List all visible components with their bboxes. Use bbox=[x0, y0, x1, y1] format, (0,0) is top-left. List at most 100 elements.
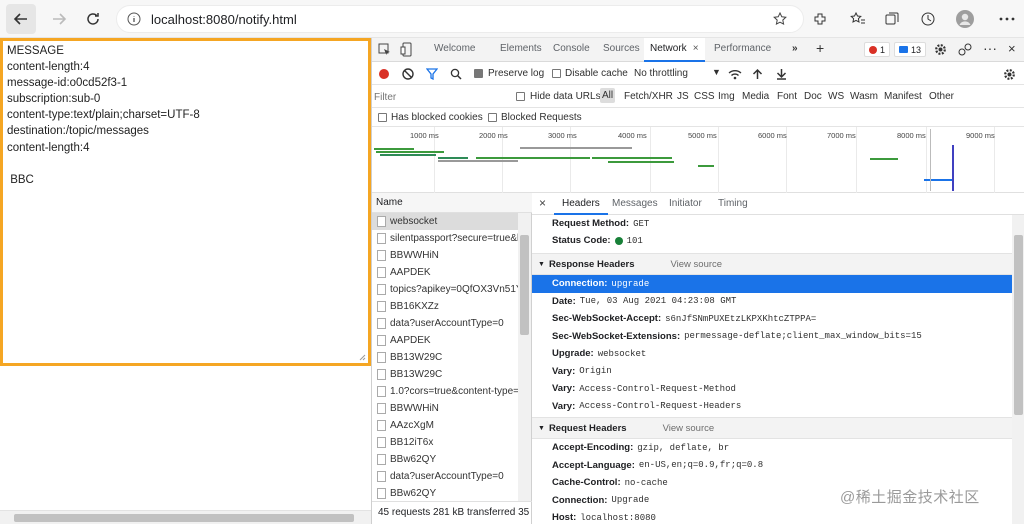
messages-badge[interactable]: 13 bbox=[894, 42, 927, 57]
header-row[interactable]: Accept-Encoding: gzip, deflate, br bbox=[532, 439, 1012, 457]
request-row[interactable]: BB13W29C bbox=[372, 366, 518, 383]
devtools-more-icon[interactable]: ··· bbox=[983, 40, 997, 56]
close-devtools-icon[interactable]: × bbox=[1008, 41, 1016, 56]
filter-type-doc[interactable]: Doc bbox=[804, 91, 822, 102]
tab-elements[interactable]: Elements bbox=[500, 43, 542, 54]
collections-icon[interactable] bbox=[882, 9, 902, 29]
notify-message-box[interactable]: MESSAGE content-length:4 message-id:o0cd… bbox=[0, 38, 371, 366]
disable-cache-checkbox[interactable] bbox=[552, 69, 561, 78]
filter-type-ws[interactable]: WS bbox=[828, 91, 844, 102]
profile-avatar-icon[interactable] bbox=[955, 9, 975, 29]
header-row[interactable]: Sec-WebSocket-Accept: s6nJfSNmPUXEtzLKPXK… bbox=[532, 310, 1012, 328]
filter-icon[interactable] bbox=[426, 68, 438, 80]
tab-network[interactable]: Network × bbox=[644, 38, 705, 62]
network-settings-icon[interactable] bbox=[1003, 68, 1016, 81]
header-row[interactable]: Host: localhost:8080 bbox=[532, 509, 1012, 524]
filter-type-other[interactable]: Other bbox=[929, 91, 954, 102]
scrollbar-thumb[interactable] bbox=[1014, 235, 1023, 415]
history-icon[interactable] bbox=[918, 9, 938, 29]
request-row[interactable]: AAPDEK bbox=[372, 332, 518, 349]
tab-sources[interactable]: Sources bbox=[603, 43, 640, 54]
tab-console[interactable]: Console bbox=[553, 43, 590, 54]
reload-button[interactable] bbox=[78, 4, 108, 34]
filter-type-js[interactable]: JS bbox=[677, 91, 689, 102]
info-icon[interactable] bbox=[127, 12, 141, 26]
network-conditions-icon[interactable] bbox=[728, 68, 742, 80]
import-har-icon[interactable] bbox=[752, 68, 763, 80]
settings-gear-icon[interactable] bbox=[934, 43, 947, 56]
inspect-element-icon[interactable] bbox=[378, 43, 391, 56]
resize-grip-icon[interactable] bbox=[359, 354, 366, 361]
view-source-link[interactable]: View source bbox=[663, 423, 715, 434]
filter-type-wasm[interactable]: Wasm bbox=[850, 91, 878, 102]
connections-icon[interactable] bbox=[958, 43, 972, 56]
filter-type-font[interactable]: Font bbox=[777, 91, 797, 102]
more-menu-icon[interactable] bbox=[997, 9, 1017, 29]
tab-timing[interactable]: Timing bbox=[718, 198, 748, 209]
request-row[interactable]: data?userAccountType=0 bbox=[372, 468, 518, 485]
record-icon[interactable] bbox=[379, 69, 389, 79]
favorites-icon[interactable] bbox=[848, 9, 868, 29]
request-row[interactable]: BBWWHiN bbox=[372, 247, 518, 264]
request-list-scrollbar[interactable] bbox=[518, 213, 531, 501]
add-favorite-icon[interactable] bbox=[773, 12, 787, 26]
request-row[interactable]: BBWWHiN bbox=[372, 400, 518, 417]
request-row[interactable]: BB13W29C bbox=[372, 349, 518, 366]
tab-welcome[interactable]: Welcome bbox=[434, 43, 476, 54]
headers-scrollbar[interactable] bbox=[1012, 215, 1024, 524]
filter-type-fetch-xhr[interactable]: Fetch/XHR bbox=[624, 91, 673, 102]
horizontal-scrollbar[interactable] bbox=[0, 510, 371, 524]
request-row[interactable]: BBw62QY bbox=[372, 485, 518, 501]
back-button[interactable] bbox=[6, 4, 36, 34]
tab-headers[interactable]: Headers bbox=[554, 193, 608, 215]
name-column-header[interactable]: Name bbox=[372, 193, 532, 213]
blocked-requests-checkbox[interactable] bbox=[488, 113, 497, 122]
errors-badge[interactable]: 1 bbox=[864, 42, 891, 57]
throttling-select[interactable]: No throttling bbox=[634, 68, 688, 79]
header-row[interactable]: Vary: Access-Control-Request-Method bbox=[532, 380, 1012, 398]
filter-type-manifest[interactable]: Manifest bbox=[884, 91, 922, 102]
request-row[interactable]: silentpassport?secure=true&lc bbox=[372, 230, 518, 247]
request-row[interactable]: 1.0?cors=true&content-type= bbox=[372, 383, 518, 400]
forward-button[interactable] bbox=[44, 4, 74, 34]
export-har-icon[interactable] bbox=[776, 68, 787, 80]
hide-data-urls-checkbox[interactable] bbox=[516, 92, 525, 101]
preserve-log-checkbox[interactable] bbox=[474, 69, 483, 78]
header-row[interactable]: Vary: Access-Control-Request-Headers bbox=[532, 398, 1012, 416]
filter-type-css[interactable]: CSS bbox=[694, 91, 715, 102]
header-row[interactable]: Vary: Origin bbox=[532, 363, 1012, 381]
device-toolbar-icon[interactable] bbox=[400, 42, 413, 57]
request-row[interactable]: BBw62QY bbox=[372, 451, 518, 468]
request-row[interactable]: BB12iT6x bbox=[372, 434, 518, 451]
more-tabs-icon[interactable]: » bbox=[792, 43, 798, 54]
add-tab-icon[interactable]: + bbox=[816, 40, 824, 56]
address-bar[interactable]: localhost:8080/notify.html bbox=[116, 5, 804, 33]
scrollbar-thumb[interactable] bbox=[520, 235, 529, 335]
clear-icon[interactable] bbox=[402, 68, 414, 80]
request-row[interactable]: BB16KXZz bbox=[372, 298, 518, 315]
request-row[interactable]: AAzcXgM bbox=[372, 417, 518, 434]
header-row[interactable]: Connection: upgrade bbox=[532, 275, 1012, 293]
response-headers-section[interactable]: ▼ Response Headers View source bbox=[532, 253, 1012, 275]
request-row[interactable]: websocket bbox=[372, 213, 518, 230]
extensions-icon[interactable] bbox=[810, 9, 830, 29]
request-headers-section[interactable]: ▼ Request Headers View source bbox=[532, 417, 1012, 439]
filter-input[interactable] bbox=[374, 89, 508, 105]
tab-messages[interactable]: Messages bbox=[612, 198, 658, 209]
filter-type-all[interactable]: All bbox=[600, 88, 616, 103]
tab-initiator[interactable]: Initiator bbox=[669, 198, 702, 209]
close-tab-icon[interactable]: × bbox=[693, 43, 699, 54]
blocked-cookies-checkbox[interactable] bbox=[378, 113, 387, 122]
header-row[interactable]: Date: Tue, 03 Aug 2021 04:23:08 GMT bbox=[532, 293, 1012, 311]
header-row[interactable]: Accept-Language: en-US,en;q=0.9,fr;q=0.8 bbox=[532, 457, 1012, 475]
chevron-down-icon[interactable]: ▼ bbox=[712, 67, 721, 77]
close-detail-icon[interactable]: × bbox=[539, 196, 546, 210]
request-row[interactable]: topics?apikey=0QfOX3Vn51Y... bbox=[372, 281, 518, 298]
request-row[interactable]: data?userAccountType=0 bbox=[372, 315, 518, 332]
header-row[interactable]: Sec-WebSocket-Extensions: permessage-defl… bbox=[532, 328, 1012, 346]
network-overview-timeline[interactable]: 1000 ms 2000 ms 3000 ms 4000 ms 5000 ms … bbox=[372, 127, 1024, 193]
search-icon[interactable] bbox=[450, 68, 462, 80]
header-row[interactable]: Upgrade: websocket bbox=[532, 345, 1012, 363]
scrollbar-thumb[interactable] bbox=[14, 514, 354, 522]
request-row[interactable]: AAPDEK bbox=[372, 264, 518, 281]
